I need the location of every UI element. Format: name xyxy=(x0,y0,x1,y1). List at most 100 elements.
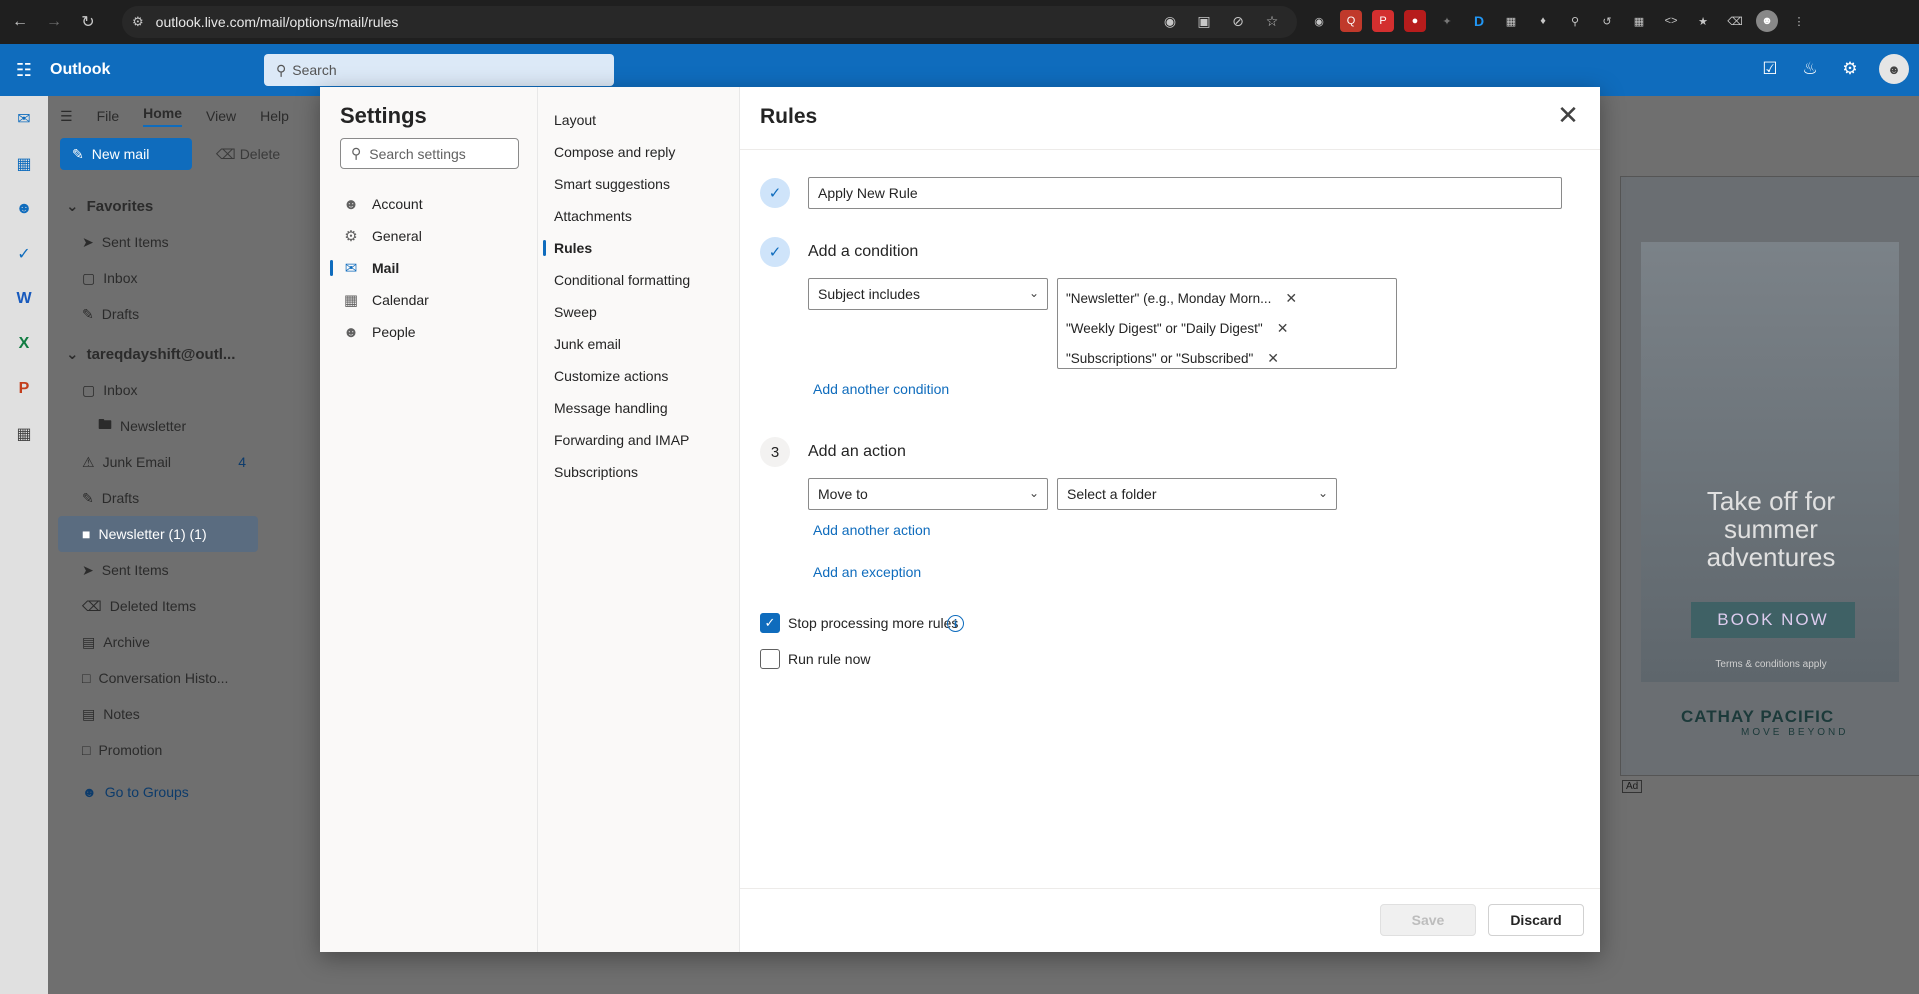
stop-processing-checkbox[interactable]: ✓ xyxy=(760,613,780,633)
section-layout[interactable]: Layout xyxy=(538,104,740,136)
hamburger-icon[interactable]: ☰ xyxy=(60,108,73,125)
address-bar[interactable]: ⚙ outlook.live.com/mail/options/mail/rul… xyxy=(122,6,1297,38)
todo-app-icon[interactable]: ✓ xyxy=(0,231,48,276)
table-icon[interactable]: ▦ xyxy=(1628,10,1650,32)
reload-icon[interactable]: ↻ xyxy=(74,8,102,36)
remove-tag-icon[interactable]: ✕ xyxy=(1277,320,1289,337)
discard-button[interactable]: Discard xyxy=(1488,904,1584,936)
calendar-app-icon[interactable]: ▦ xyxy=(0,141,48,186)
translate-extension-icon[interactable]: ▦ xyxy=(1500,10,1522,32)
favorites-header[interactable]: ⌄ Favorites xyxy=(58,188,258,224)
folder-junk[interactable]: ⚠ Junk Email 4 xyxy=(58,444,258,480)
mail-app-icon[interactable]: ✉ xyxy=(0,96,48,141)
outlook-brand[interactable]: Outlook xyxy=(50,61,110,79)
folder-drafts[interactable]: ✎ Drafts xyxy=(58,480,258,516)
profile-avatar-icon[interactable]: ☻ xyxy=(1756,10,1778,32)
hide-icon[interactable]: ⊘ xyxy=(1227,10,1249,32)
advertisement[interactable]: Take off for summer adventures BOOK NOW … xyxy=(1620,176,1919,776)
eye-icon[interactable]: ◉ xyxy=(1159,10,1181,32)
more-apps-icon[interactable]: ▦ xyxy=(0,411,48,456)
section-junk-email[interactable]: Junk email xyxy=(538,328,740,360)
folder-newsletter[interactable]: 🖿 Newsletter xyxy=(58,408,258,444)
ribbon-tab-help[interactable]: Help xyxy=(260,108,289,124)
location-icon[interactable]: ⚲ xyxy=(1564,10,1586,32)
folder-sent[interactable]: ➤ Sent Items xyxy=(58,552,258,588)
folder-notes[interactable]: ▤ Notes xyxy=(58,696,258,732)
user-avatar[interactable]: ☻ xyxy=(1879,54,1909,84)
condition-values-box[interactable]: "Newsletter" (e.g., Monday Morn... ✕ "Wee… xyxy=(1057,278,1397,369)
search-extension-icon[interactable]: Q xyxy=(1340,10,1362,32)
favorites-icon[interactable]: ★ xyxy=(1692,10,1714,32)
menu-dots-icon[interactable]: ⋮ xyxy=(1788,10,1810,32)
folder-newsletter-selected[interactable]: ■ Newsletter (1) (1) xyxy=(58,516,258,552)
action-type-dropdown[interactable]: Move to ⌄ xyxy=(808,478,1048,510)
add-another-condition-link[interactable]: Add another condition xyxy=(813,381,949,397)
category-people[interactable]: ☻ People xyxy=(320,316,538,348)
folder-fav-drafts[interactable]: ✎ Drafts xyxy=(58,296,258,332)
folder-deleted[interactable]: ⌫ Deleted Items xyxy=(58,588,258,624)
section-smart-suggestions[interactable]: Smart suggestions xyxy=(538,168,740,200)
folder-fav-sent[interactable]: ➤ Sent Items xyxy=(58,224,258,260)
bookmark-star-icon[interactable]: ☆ xyxy=(1261,10,1283,32)
powerpoint-app-icon[interactable]: P xyxy=(0,366,48,411)
camera-extension-icon[interactable]: ◉ xyxy=(1308,10,1330,32)
mail-search-box[interactable]: ⚲ Search xyxy=(264,54,614,86)
folder-promotion[interactable]: □ Promotion xyxy=(58,732,258,768)
folder-select-dropdown[interactable]: Select a folder ⌄ xyxy=(1057,478,1337,510)
puzzle-extension-icon[interactable]: ♦ xyxy=(1532,10,1554,32)
section-forwarding-and-imap[interactable]: Forwarding and IMAP xyxy=(538,424,740,456)
remove-tag-icon[interactable]: ✕ xyxy=(1285,290,1297,307)
pocket-extension-icon[interactable]: P xyxy=(1372,10,1394,32)
category-mail[interactable]: ✉ Mail xyxy=(320,252,538,284)
excel-app-icon[interactable]: X xyxy=(0,321,48,366)
site-info-icon[interactable]: ⚙ xyxy=(132,14,144,30)
forward-icon[interactable]: → xyxy=(40,8,68,36)
section-rules[interactable]: Rules xyxy=(538,232,740,264)
account-header[interactable]: ⌄ tareqdayshift@outl... xyxy=(58,336,258,372)
section-subscriptions[interactable]: Subscriptions xyxy=(538,456,740,488)
settings-search-input[interactable]: ⚲ Search settings xyxy=(340,138,519,169)
folder-inbox[interactable]: ▢ Inbox xyxy=(58,372,258,408)
section-message-handling[interactable]: Message handling xyxy=(538,392,740,424)
add-exception-link[interactable]: Add an exception xyxy=(813,564,921,580)
code-icon[interactable]: <> xyxy=(1660,10,1682,32)
history-icon[interactable]: ↺ xyxy=(1596,10,1618,32)
category-account[interactable]: ☻ Account xyxy=(320,188,538,220)
ribbon-tab-file[interactable]: File xyxy=(97,108,120,124)
back-icon[interactable]: ← xyxy=(6,8,34,36)
go-to-groups-link[interactable]: ☻ Go to Groups xyxy=(58,774,258,810)
new-mail-button[interactable]: ✎ New mail xyxy=(60,138,192,170)
gear-icon[interactable]: ⚙ xyxy=(1839,58,1861,80)
trash-icon[interactable]: ⌫ xyxy=(1724,10,1746,32)
ad-book-now-button[interactable]: BOOK NOW xyxy=(1691,602,1855,638)
rule-name-input[interactable]: Apply New Rule xyxy=(808,177,1562,209)
folder-conversation-history[interactable]: □ Conversation Histo... xyxy=(58,660,258,696)
d-extension-icon[interactable]: D xyxy=(1468,10,1490,32)
bell-icon[interactable]: ♨ xyxy=(1799,58,1821,80)
category-general[interactable]: ⚙ General xyxy=(320,220,538,252)
ad-badge[interactable]: Ad xyxy=(1622,780,1643,793)
my-day-icon[interactable]: ☑ xyxy=(1759,58,1781,80)
section-conditional-formatting[interactable]: Conditional formatting xyxy=(538,264,740,296)
add-another-action-link[interactable]: Add another action xyxy=(813,522,931,538)
section-sweep[interactable]: Sweep xyxy=(538,296,740,328)
folder-fav-inbox[interactable]: ▢ Inbox xyxy=(58,260,258,296)
ribbon-tab-view[interactable]: View xyxy=(206,108,236,124)
remove-tag-icon[interactable]: ✕ xyxy=(1267,350,1279,367)
feather-extension-icon[interactable]: ✦ xyxy=(1436,10,1458,32)
run-rule-now-checkbox[interactable] xyxy=(760,649,780,669)
ribbon-tab-home[interactable]: Home xyxy=(143,105,183,127)
people-app-icon[interactable]: ☻ xyxy=(0,186,48,231)
section-customize-actions[interactable]: Customize actions xyxy=(538,360,740,392)
info-icon[interactable]: i xyxy=(947,615,964,632)
install-app-icon[interactable]: ▣ xyxy=(1193,10,1215,32)
section-compose-and-reply[interactable]: Compose and reply xyxy=(538,136,740,168)
save-button[interactable]: Save xyxy=(1380,904,1476,936)
lastpass-extension-icon[interactable]: ● xyxy=(1404,10,1426,32)
condition-type-dropdown[interactable]: Subject includes ⌄ xyxy=(808,278,1048,310)
close-icon[interactable]: ✕ xyxy=(1552,99,1584,131)
app-launcher-icon[interactable]: ☷ xyxy=(0,44,48,96)
delete-button[interactable]: ⌫ Delete xyxy=(216,146,280,163)
word-app-icon[interactable]: W xyxy=(0,276,48,321)
section-attachments[interactable]: Attachments xyxy=(538,200,740,232)
